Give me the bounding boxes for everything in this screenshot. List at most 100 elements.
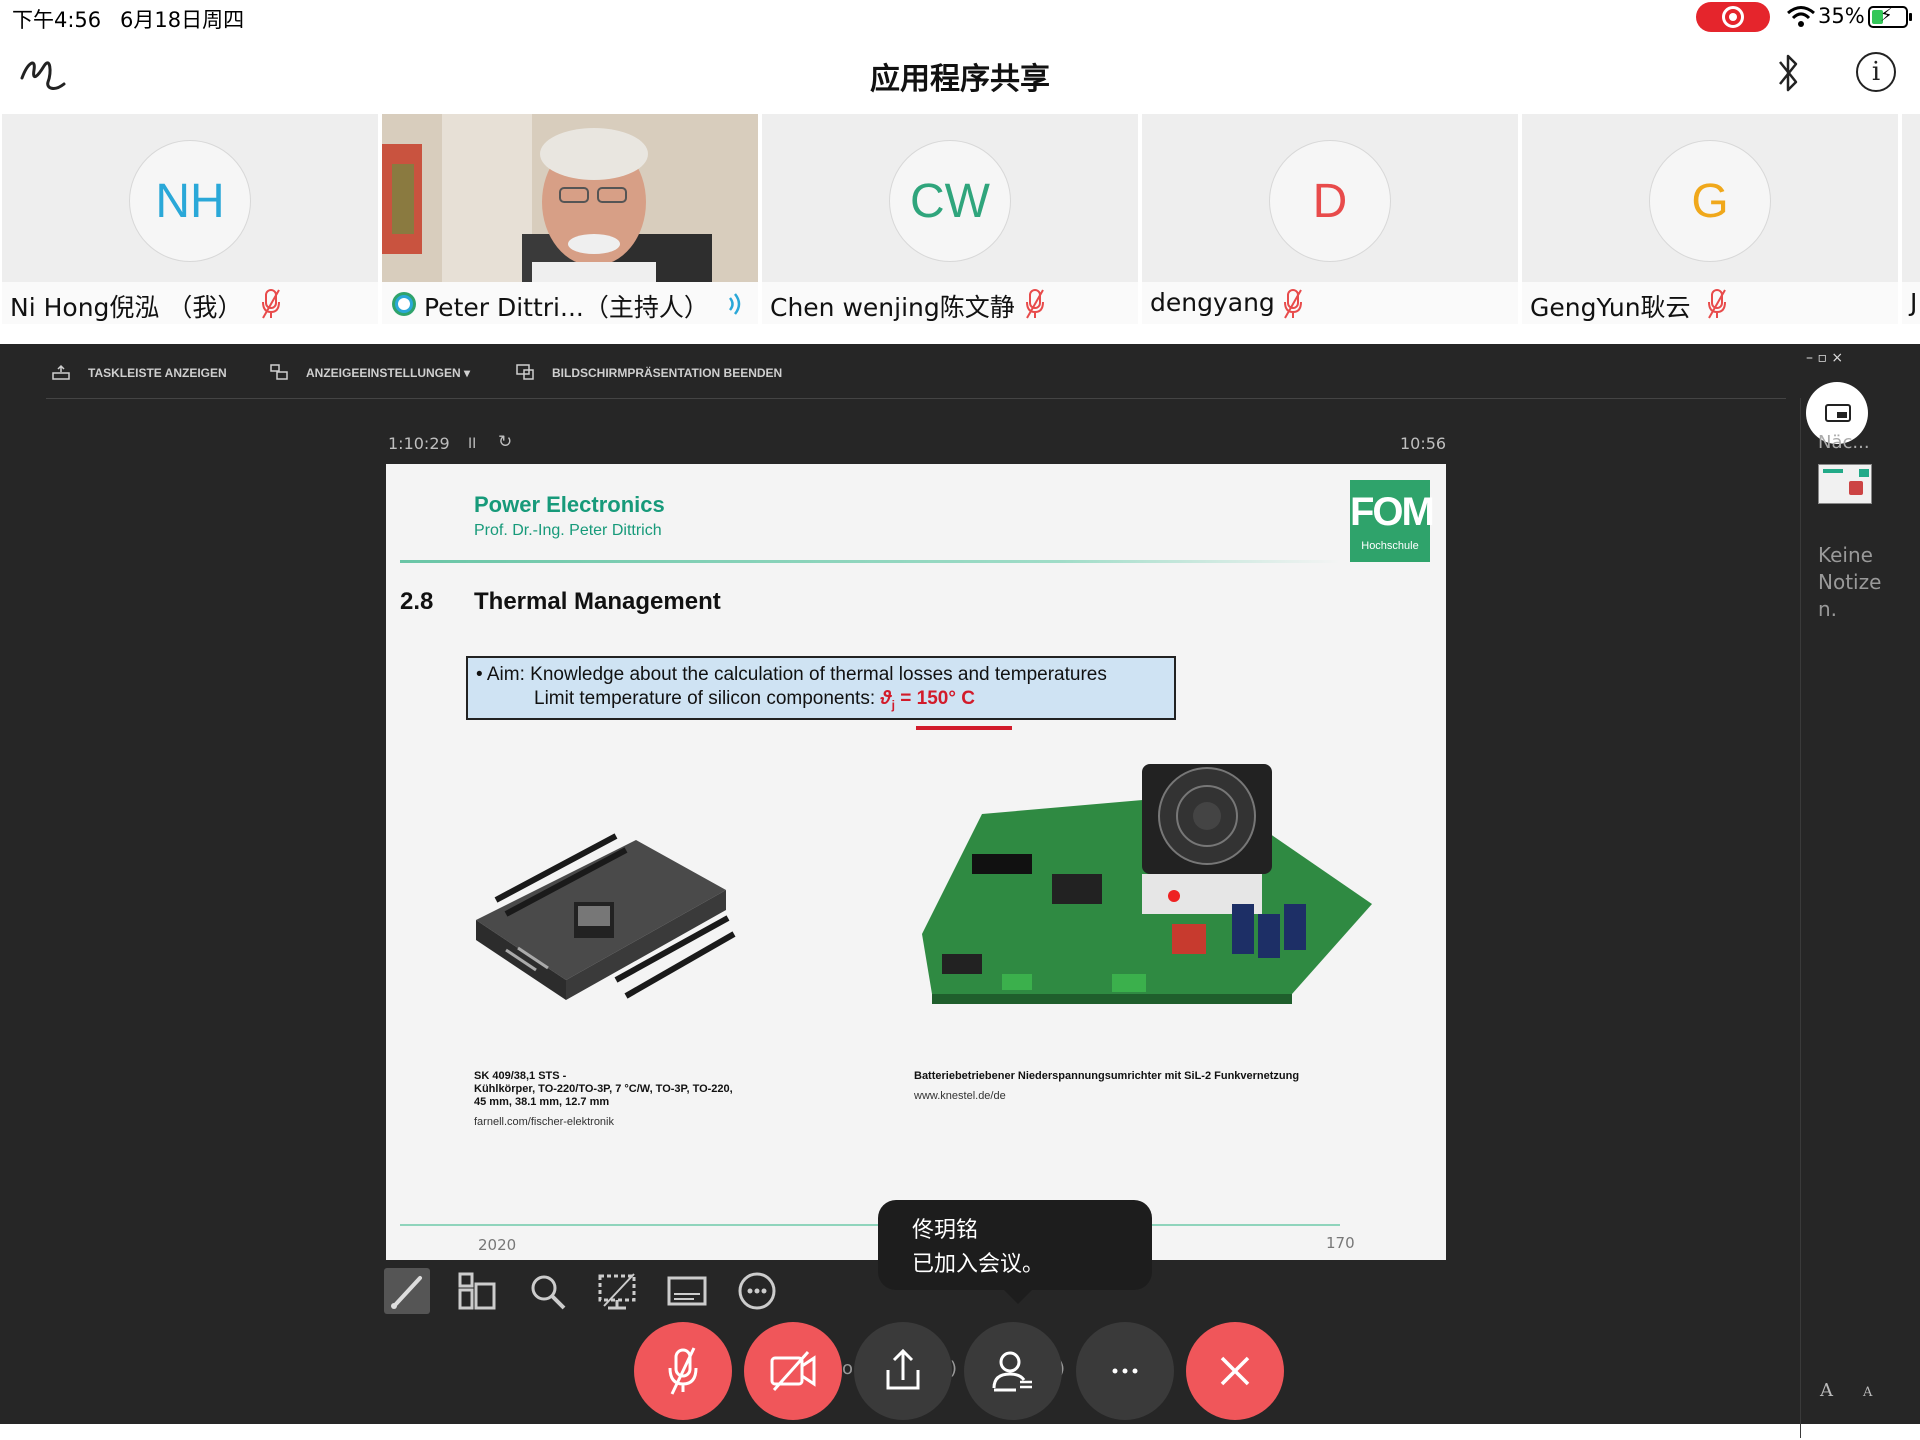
divider	[46, 398, 1786, 399]
more-options-button[interactable]	[1076, 1322, 1174, 1420]
app-screen: 下午4:56 6月18日周四 35% ⚡ 应用程序共享 i NH Ni Hong…	[0, 0, 1920, 1440]
wifi-icon	[1787, 6, 1815, 27]
caption-heatsink: SK 409/38,1 STS - Kühlkörper, TO-220/TO-…	[474, 1070, 733, 1108]
caption-pcb-source: www.knestel.de/de	[914, 1090, 1006, 1102]
avatar: CW	[889, 140, 1011, 262]
join-notification: 佟玥铭 已加入会议。	[878, 1200, 1152, 1304]
muted-mic-icon	[1708, 289, 1726, 319]
status-time: 下午4:56	[12, 8, 102, 32]
muted-mic-icon	[262, 289, 280, 319]
next-slide-thumbnail[interactable]	[1818, 464, 1872, 504]
participant-tile-video[interactable]: Peter Dittri...（主持人）	[382, 114, 758, 324]
participant-strip: NH Ni Hong倪泓 （我） Peter Dittri...（主持人） CW…	[0, 112, 1920, 328]
share-icon	[886, 1348, 920, 1390]
panel-divider	[1800, 398, 1801, 1438]
status-date: 6月18日周四	[120, 8, 245, 32]
window-controls[interactable]: – ▫ ×	[1806, 350, 1843, 366]
participant-name: Ni Hong倪泓 （我）	[10, 293, 243, 322]
avatar: D	[1269, 140, 1391, 262]
battery-percent: 35%	[1818, 4, 1865, 28]
participant-namebar: Chen wenjing陈文静	[762, 282, 1138, 324]
mute-button[interactable]	[634, 1322, 732, 1420]
speaker-notes: Keine Notizen.	[1818, 543, 1882, 621]
participant-name: Peter Dittri...（主持人）	[424, 293, 709, 322]
slide-year: 2020	[478, 1236, 517, 1254]
muted-mic-icon	[1026, 289, 1044, 319]
heatsink-image	[476, 833, 736, 1000]
section-number: 2.8	[400, 588, 434, 615]
caption-pcb: Batteriebetriebener Niederspannungsumric…	[914, 1070, 1300, 1082]
slide-page-number: 170	[1326, 1234, 1355, 1252]
participant-tile[interactable]: D dengyang	[1142, 114, 1518, 324]
battery-charging-icon: ⚡	[1868, 5, 1912, 28]
pip-icon	[1825, 404, 1851, 422]
end-presentation-icon	[516, 364, 534, 380]
limit-line: Limit temperature of silicon components:…	[534, 688, 975, 712]
participant-tile[interactable]: J	[1902, 114, 1920, 324]
video-button[interactable]	[744, 1322, 842, 1420]
participant-name: dengyang	[1150, 288, 1275, 317]
participant-name: J	[1910, 288, 1918, 317]
leave-meeting-button[interactable]	[1186, 1322, 1284, 1420]
more-dots-icon	[1112, 1368, 1138, 1374]
header-rule	[400, 560, 1340, 563]
participant-tile[interactable]: NH Ni Hong倪泓 （我）	[2, 114, 378, 324]
show-taskbar-button[interactable]: TASKLEISTE ANZEIGEN	[88, 366, 227, 380]
highlight-underline	[916, 726, 1012, 730]
footer-rule	[400, 1224, 1340, 1226]
joined-message: 已加入会议。	[912, 1252, 1045, 1277]
font-size-controls: AA	[1820, 1380, 1902, 1401]
share-button[interactable]	[854, 1322, 952, 1420]
participant-namebar: GengYun耿云	[1522, 282, 1898, 324]
blank-screen-icon[interactable]	[594, 1268, 640, 1314]
fom-logo: FOM Hochschule	[1350, 480, 1435, 562]
next-slide-label: Näc...	[1818, 432, 1870, 453]
title-bar: 应用程序共享 i	[0, 36, 1920, 112]
close-icon	[1220, 1356, 1250, 1386]
slide: Power Electronics Prof. Dr.-Ing. Peter D…	[386, 464, 1446, 1260]
more-icon[interactable]	[734, 1268, 780, 1314]
display-settings-icon	[270, 364, 288, 380]
participant-tile[interactable]: CW Chen wenjing陈文静	[762, 114, 1138, 324]
participants-button[interactable]	[964, 1322, 1062, 1420]
host-status-icon	[392, 292, 416, 316]
background-text: o	[842, 1358, 854, 1379]
layout-icon[interactable]	[454, 1268, 500, 1314]
status-bar: 下午4:56 6月18日周四 35% ⚡	[0, 0, 1920, 36]
avatar: G	[1649, 140, 1771, 262]
caption-heatsink-source: farnell.com/fischer-elektronik	[474, 1116, 614, 1128]
page-title: 应用程序共享	[870, 62, 1050, 97]
reset-timer-icon[interactable]: ↻	[498, 432, 512, 452]
current-time: 10:56	[1400, 434, 1447, 453]
participant-namebar: Peter Dittri...（主持人）	[382, 282, 758, 324]
zoom-icon[interactable]	[524, 1268, 570, 1314]
bluetooth-icon[interactable]	[1772, 50, 1804, 96]
participant-name: GengYun耿云	[1530, 293, 1691, 322]
participants-icon	[992, 1351, 1032, 1392]
subtitles-icon[interactable]	[664, 1268, 710, 1314]
font-decrease-button[interactable]: A	[1863, 1385, 1872, 1400]
participant-tile[interactable]: G GengYun耿云	[1522, 114, 1898, 324]
speaking-icon	[728, 293, 741, 315]
participant-namebar: Ni Hong倪泓 （我）	[2, 282, 378, 324]
joined-user-name: 佟玥铭	[912, 1218, 979, 1243]
taskbar-icon	[52, 364, 70, 380]
participant-name: Chen wenjing陈文静	[770, 293, 1015, 322]
display-settings-button[interactable]: ANZEIGEEINSTELLUNGEN ▾	[306, 366, 470, 380]
info-icon[interactable]: i	[1856, 52, 1896, 92]
microphone-off-icon	[668, 1347, 698, 1395]
pen-icon[interactable]	[384, 1268, 430, 1314]
slide-header-title: Power Electronics	[474, 492, 665, 517]
pause-icon[interactable]: II	[468, 436, 476, 452]
font-increase-button[interactable]: A	[1820, 1380, 1833, 1401]
aim-line: • Aim: Knowledge about the calculation o…	[476, 664, 1107, 685]
participant-video	[382, 114, 758, 282]
elapsed-timer: 1:10:29	[388, 434, 450, 453]
participant-namebar: dengyang	[1142, 282, 1518, 324]
slide-header-author: Prof. Dr.-Ing. Peter Dittrich	[474, 522, 662, 539]
record-icon[interactable]	[1696, 2, 1770, 32]
avatar: NH	[129, 140, 251, 262]
pcb-image	[922, 764, 1372, 1004]
muted-mic-icon	[1284, 289, 1302, 319]
end-presentation-button[interactable]: BILDSCHIRMPRÄSENTATION BEENDEN	[552, 366, 782, 380]
